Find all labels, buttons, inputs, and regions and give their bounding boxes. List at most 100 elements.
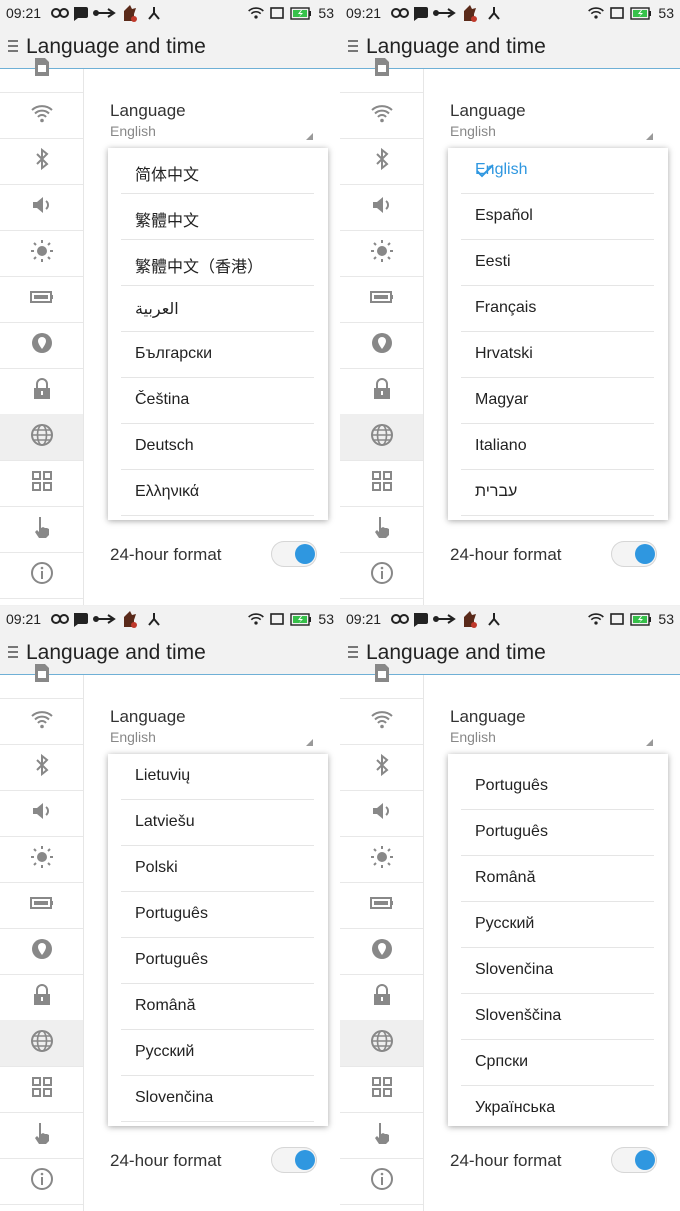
sidebar-item-gesture[interactable] <box>340 1112 423 1159</box>
sidebar-item-brightness[interactable] <box>0 230 83 277</box>
language-option[interactable]: Polski <box>121 846 314 892</box>
language-value[interactable]: English <box>110 123 156 139</box>
language-option[interactable]: Português <box>121 892 314 938</box>
hour-format-toggle[interactable] <box>611 1147 657 1173</box>
battery-icon <box>369 285 394 314</box>
bluetooth-icon <box>30 147 54 176</box>
language-option[interactable]: العربية <box>121 286 314 332</box>
language-option[interactable]: Português <box>121 938 314 984</box>
language-option[interactable]: עברית <box>461 470 654 516</box>
gesture-icon <box>370 1121 394 1150</box>
sidebar-item-apps-grid[interactable] <box>340 1066 423 1113</box>
sidebar-item-globe[interactable] <box>340 414 423 461</box>
language-option[interactable]: Română <box>121 984 314 1030</box>
system-status-icons: 53 <box>248 609 334 629</box>
sidebar-item-apps-grid[interactable] <box>0 460 83 507</box>
language-option[interactable]: Deutsch <box>121 424 314 470</box>
sidebar-item-sim[interactable] <box>340 652 423 699</box>
language-option[interactable]: Español <box>461 194 654 240</box>
language-option[interactable]: Português <box>461 764 654 810</box>
sidebar-item-wifi[interactable] <box>0 92 83 139</box>
language-option[interactable]: Ελληνικά <box>121 470 314 516</box>
sidebar-item-bluetooth[interactable] <box>0 744 83 791</box>
language-option[interactable]: Latviešu <box>121 800 314 846</box>
language-option-label: Lietuvių <box>135 767 191 784</box>
language-option[interactable]: 简体中文 <box>121 148 314 194</box>
language-option[interactable]: Slovenčina <box>121 1076 314 1122</box>
sidebar-item-battery[interactable] <box>340 276 423 323</box>
sidebar-item-battery[interactable] <box>0 276 83 323</box>
hour-format-toggle[interactable] <box>271 541 317 567</box>
language-option[interactable]: Lietuvių <box>121 754 314 800</box>
language-option[interactable]: Čeština <box>121 378 314 424</box>
sidebar-item-sim[interactable] <box>0 46 83 93</box>
language-option[interactable]: Български <box>121 332 314 378</box>
sidebar-item-apps-grid[interactable] <box>0 1066 83 1113</box>
sidebar-item-wifi[interactable] <box>340 698 423 745</box>
checkmark-icon <box>475 161 495 181</box>
sidebar-item-globe[interactable] <box>0 1020 83 1067</box>
sidebar-item-battery[interactable] <box>340 882 423 929</box>
language-option[interactable]: Українська <box>461 1086 654 1126</box>
sidebar-item-location[interactable] <box>0 322 83 369</box>
sidebar-item-brightness[interactable] <box>340 230 423 277</box>
language-option-label: Deutsch <box>135 437 194 454</box>
sidebar-item-sound[interactable] <box>0 790 83 837</box>
lock-icon <box>30 377 54 406</box>
sidebar-item-sound[interactable] <box>340 790 423 837</box>
sidebar-item-lock[interactable] <box>0 974 83 1021</box>
language-option[interactable]: Português <box>461 810 654 856</box>
sidebar-item-wifi[interactable] <box>0 698 83 745</box>
sidebar-item-brightness[interactable] <box>340 836 423 883</box>
sidebar-item-battery[interactable] <box>0 882 83 929</box>
language-option[interactable]: 繁體中文（香港） <box>121 240 314 286</box>
language-option[interactable]: Српски <box>461 1040 654 1086</box>
sidebar-item-lock[interactable] <box>340 974 423 1021</box>
sidebar-item-lock[interactable] <box>340 368 423 415</box>
language-option[interactable]: Français <box>461 286 654 332</box>
sidebar-item-sim[interactable] <box>0 652 83 699</box>
sidebar-item-globe[interactable] <box>340 1020 423 1067</box>
sidebar-item-location[interactable] <box>0 928 83 975</box>
sidebar-item-info[interactable] <box>340 1158 423 1205</box>
sidebar-item-sound[interactable] <box>340 184 423 231</box>
sidebar-item-info[interactable] <box>0 1158 83 1205</box>
status-time: 09:21 <box>6 611 42 627</box>
sidebar-item-sim[interactable] <box>340 46 423 93</box>
sidebar-item-bluetooth[interactable] <box>340 138 423 185</box>
sidebar-item-lock[interactable] <box>0 368 83 415</box>
language-value[interactable]: English <box>110 729 156 745</box>
language-option[interactable]: Русский <box>121 1030 314 1076</box>
sidebar-item-sound[interactable] <box>0 184 83 231</box>
screen-icon <box>270 7 285 19</box>
language-option[interactable]: Italiano <box>461 424 654 470</box>
sidebar-item-brightness[interactable] <box>0 836 83 883</box>
sidebar-item-wifi[interactable] <box>340 92 423 139</box>
sidebar-item-info[interactable] <box>340 552 423 599</box>
sidebar-item-gesture[interactable] <box>0 506 83 553</box>
sidebar-item-info[interactable] <box>0 552 83 599</box>
sidebar-item-location[interactable] <box>340 322 423 369</box>
sidebar-item-location[interactable] <box>340 928 423 975</box>
sidebar-item-globe[interactable] <box>0 414 83 461</box>
sidebar-item-gesture[interactable] <box>0 1112 83 1159</box>
language-option[interactable]: Slovenščina <box>461 994 654 1040</box>
sidebar-item-apps-grid[interactable] <box>340 460 423 507</box>
sidebar-item-bluetooth[interactable] <box>340 744 423 791</box>
language-option[interactable]: English <box>461 148 654 194</box>
sidebar-item-bluetooth[interactable] <box>0 138 83 185</box>
hour-format-toggle[interactable] <box>611 541 657 567</box>
language-option[interactable]: Eesti <box>461 240 654 286</box>
language-option[interactable]: Русский <box>461 902 654 948</box>
language-option[interactable]: Hrvatski <box>461 332 654 378</box>
language-value[interactable]: English <box>450 123 496 139</box>
battery-icon <box>369 891 394 920</box>
language-option[interactable]: Magyar <box>461 378 654 424</box>
apps-grid-icon <box>370 1075 394 1104</box>
language-option[interactable]: Slovenčina <box>461 948 654 994</box>
sidebar-item-gesture[interactable] <box>340 506 423 553</box>
language-option[interactable]: Română <box>461 856 654 902</box>
language-option[interactable]: 繁體中文 <box>121 194 314 240</box>
hour-format-toggle[interactable] <box>271 1147 317 1173</box>
language-value[interactable]: English <box>450 729 496 745</box>
